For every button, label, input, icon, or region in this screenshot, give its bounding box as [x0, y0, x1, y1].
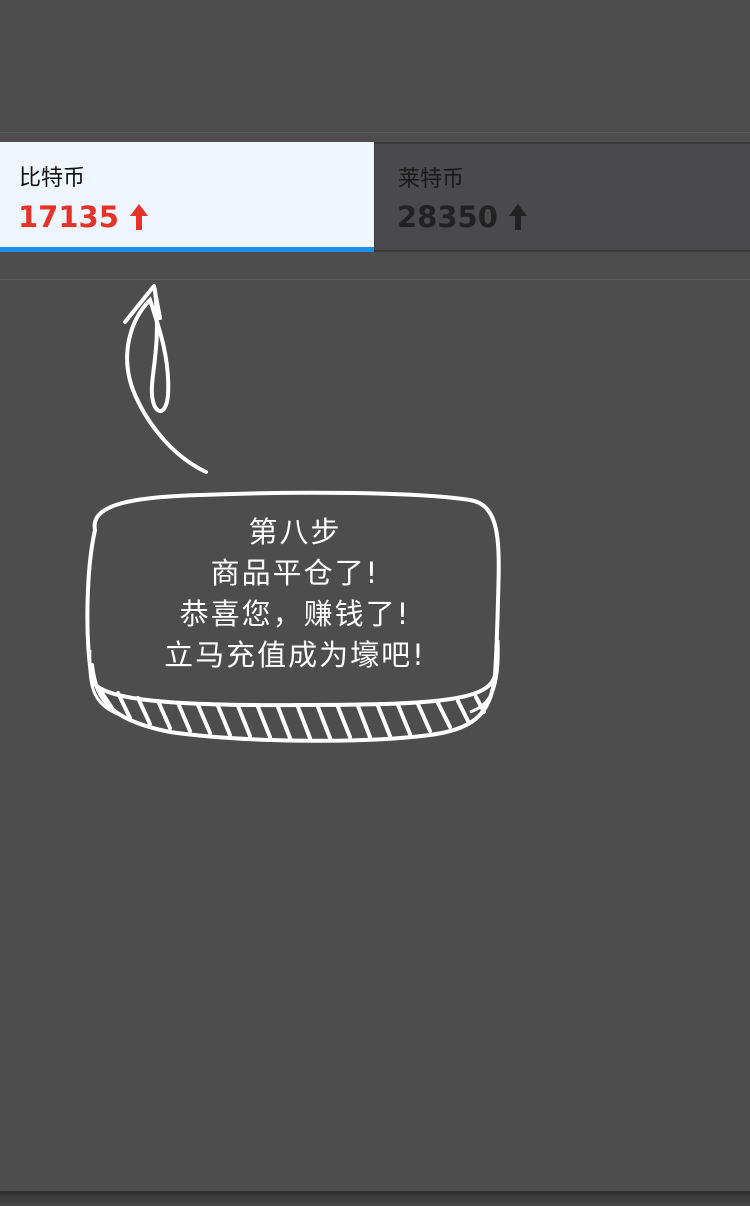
tip-line-step: 第八步: [248, 515, 342, 549]
tip-line-closed: 商品平仓了!: [210, 556, 380, 590]
tip-text: 第八步 商品平仓了! 恭喜您，赚钱了! 立马充值成为壕吧!: [100, 512, 490, 676]
bottom-bar: [0, 1191, 750, 1206]
tip-line-recharge: 立马充值成为壕吧!: [164, 638, 426, 672]
pointer-arrow: [125, 288, 208, 474]
tip-line-congrats: 恭喜您，赚钱了!: [179, 597, 411, 631]
